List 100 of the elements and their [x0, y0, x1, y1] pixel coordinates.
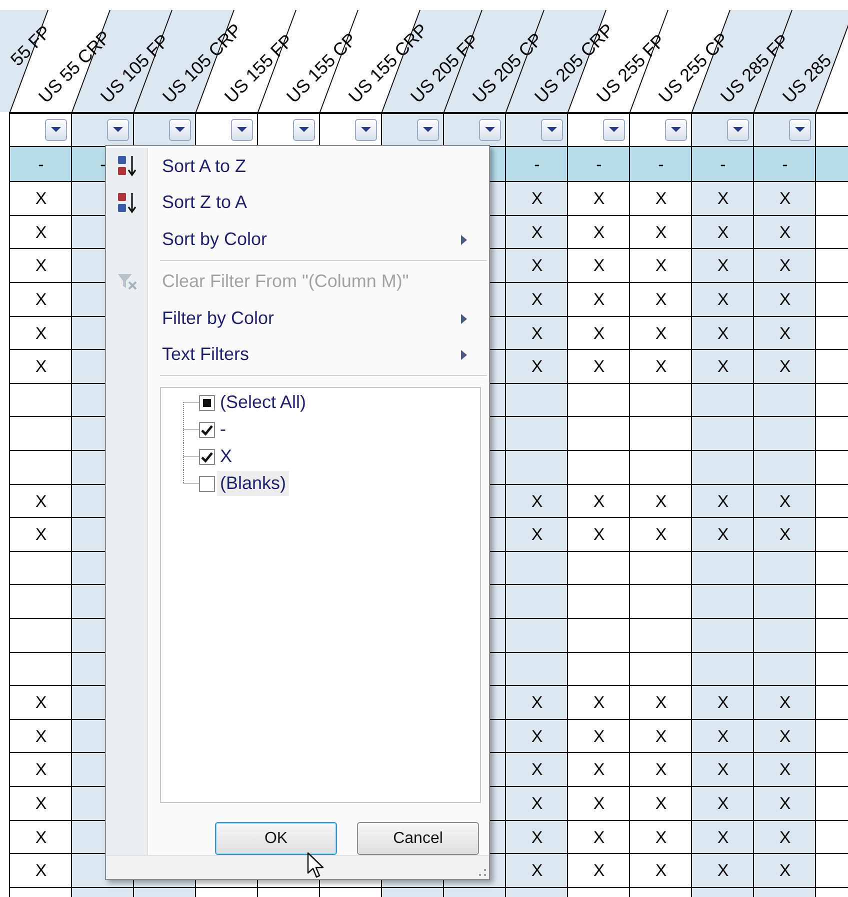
cell-value: X — [779, 526, 791, 544]
cell-value: X — [655, 728, 667, 745]
cell-value: X — [531, 492, 543, 510]
caret-icon — [609, 127, 619, 132]
filter-option[interactable]: X — [217, 444, 236, 469]
cell-value: X — [717, 358, 729, 376]
cell-value: X — [655, 794, 667, 812]
resize-grip-icon[interactable] — [478, 868, 486, 876]
filter-option[interactable]: (Blanks) — [217, 471, 290, 496]
cell-value: X — [35, 358, 47, 376]
caret-icon — [299, 127, 309, 132]
dialog-button[interactable]: OK — [215, 822, 337, 855]
cell-value: X — [717, 761, 729, 778]
filter-option[interactable]: - — [217, 417, 229, 442]
checkbox[interactable] — [199, 394, 215, 410]
caret-icon — [51, 127, 61, 132]
cell-value: X — [779, 190, 791, 208]
cell-value: X — [531, 358, 543, 376]
filter-dropdown-button[interactable] — [727, 118, 749, 140]
cell-value: X — [35, 526, 47, 544]
cell-value: X — [779, 761, 791, 778]
checkbox[interactable] — [199, 448, 215, 464]
cell-value: X — [655, 526, 667, 544]
dialog-button[interactable]: Cancel — [357, 822, 479, 855]
cell-value: X — [717, 291, 729, 308]
sort-ascending-icon — [117, 155, 137, 178]
cell-value: X — [779, 794, 791, 812]
cell-value: X — [531, 761, 543, 778]
filter-dropdown-button[interactable] — [665, 118, 687, 140]
cell-value: X — [35, 794, 47, 812]
cell-value: X — [717, 492, 729, 510]
cell-value: X — [35, 728, 47, 745]
cell-value: - — [534, 156, 540, 173]
filter-dropdown-button[interactable] — [231, 118, 253, 140]
cell-value: X — [35, 190, 47, 208]
cell-value: - — [782, 156, 788, 173]
cell-value: - — [658, 156, 664, 173]
funnel-icon — [117, 273, 137, 290]
menu-item[interactable]: Text Filters — [106, 336, 489, 373]
cell-value: - — [720, 156, 726, 173]
cell-value: X — [35, 761, 47, 778]
menu-item[interactable]: Filter by Color — [106, 300, 489, 336]
filter-dropdown-button[interactable] — [603, 118, 625, 140]
cell-value: X — [593, 694, 605, 712]
cell-value: X — [717, 728, 729, 745]
filter-dropdown-button[interactable] — [479, 118, 501, 140]
cell-value: X — [593, 728, 605, 745]
cell-value: X — [779, 324, 791, 342]
column-header: US 285 — [778, 50, 836, 107]
cell-value: X — [531, 291, 543, 308]
filter-dropdown-button[interactable] — [107, 118, 129, 140]
menu-item[interactable]: Sort A to Z — [106, 148, 489, 184]
cell-value: X — [531, 257, 543, 274]
caret-icon — [113, 127, 123, 132]
cell-value: X — [655, 492, 667, 510]
filter-dropdown-button[interactable] — [293, 118, 315, 140]
cell-value: X — [717, 862, 729, 880]
filter-dropdown-button[interactable] — [541, 118, 563, 140]
cell-value: X — [593, 862, 605, 880]
cell-value: X — [655, 862, 667, 880]
cell-value: X — [655, 257, 667, 274]
cell-value: X — [655, 694, 667, 712]
cell-value: - — [100, 156, 106, 173]
column-header: 55 FP — [6, 22, 55, 70]
caret-icon — [795, 127, 805, 132]
cell-value: X — [717, 828, 729, 846]
filter-dropdown-button[interactable] — [45, 118, 67, 140]
cell-value: X — [35, 828, 47, 846]
cell-value: X — [35, 324, 47, 342]
checkbox[interactable] — [199, 476, 215, 492]
filter-option[interactable]: (Select All) — [217, 390, 310, 415]
cell-value: X — [531, 694, 543, 712]
filter-dropdown-button[interactable] — [789, 118, 811, 140]
cell-value: X — [531, 828, 543, 846]
cell-value: X — [779, 694, 791, 712]
cell-value: X — [655, 190, 667, 208]
filter-dropdown-button[interactable] — [355, 118, 377, 140]
cell-value: X — [35, 291, 47, 308]
checkbox[interactable] — [199, 422, 215, 438]
cell-value: X — [717, 257, 729, 274]
cell-value: X — [717, 526, 729, 544]
caret-icon — [423, 127, 433, 132]
filter-dropdown-button[interactable] — [169, 118, 191, 140]
cell-value: X — [35, 862, 47, 880]
cell-value: X — [593, 358, 605, 376]
cell-value: X — [531, 526, 543, 544]
cell-value: X — [717, 324, 729, 342]
cell-value: X — [593, 190, 605, 208]
menu-item[interactable]: Sort Z to A — [106, 184, 489, 221]
caret-icon — [361, 127, 371, 132]
filter-dropdown-button[interactable] — [417, 118, 439, 140]
cell-value: X — [779, 492, 791, 510]
cell-value: X — [655, 761, 667, 778]
caret-icon — [485, 127, 495, 132]
cell-value: X — [717, 694, 729, 712]
cell-value: X — [779, 257, 791, 274]
cell-value: - — [596, 156, 602, 173]
cell-value: X — [593, 761, 605, 778]
cell-value: X — [655, 324, 667, 342]
menu-item[interactable]: Sort by Color — [106, 221, 489, 258]
